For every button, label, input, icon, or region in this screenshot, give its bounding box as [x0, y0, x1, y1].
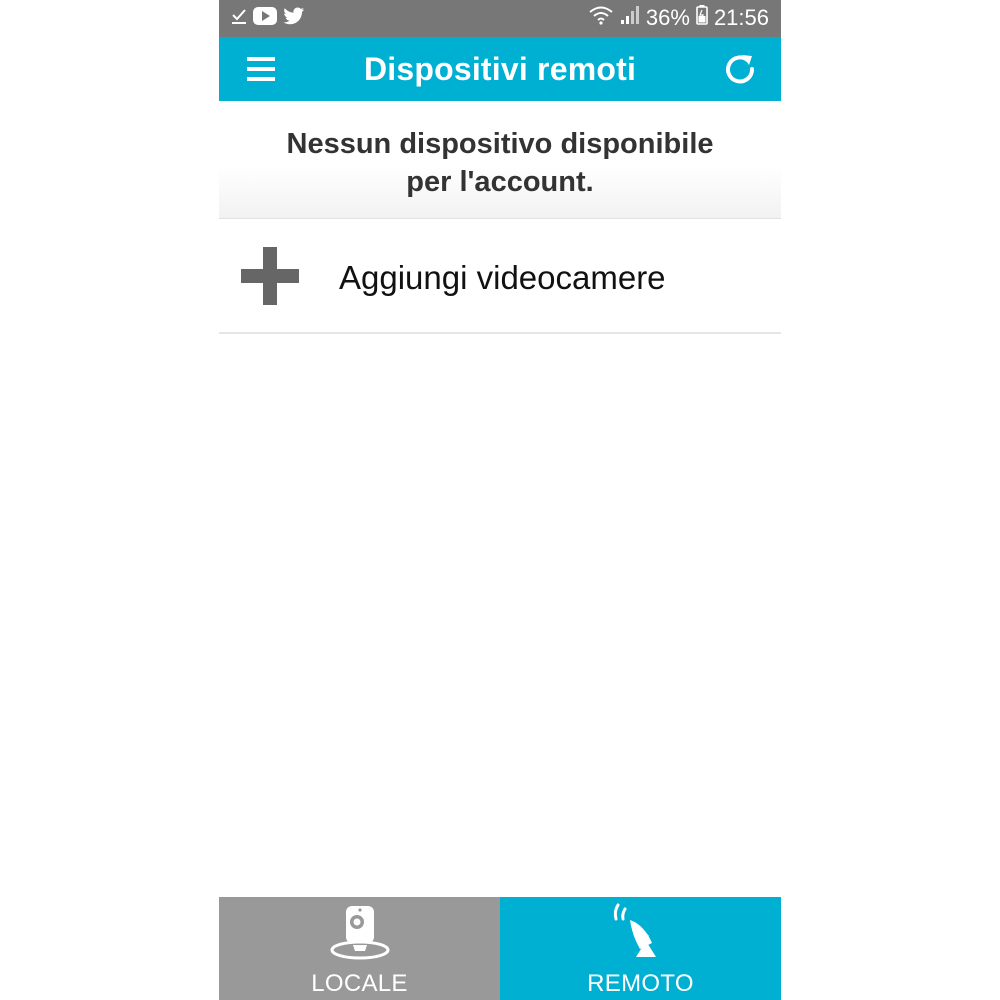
tab-locale[interactable]: LOCALE	[219, 897, 500, 1000]
refresh-icon	[723, 55, 757, 90]
page-title: Dispositivi remoti	[363, 51, 637, 87]
app-bar: Dispositivi remoti	[219, 37, 781, 101]
status-time: 21:56	[713, 5, 769, 30]
add-cameras-button[interactable]: Aggiungi videocamere	[219, 219, 781, 334]
bottom-navigation: LOCALE REMOTO	[219, 897, 781, 1000]
no-devices-notice: Nessun dispositivo disponibile per l'acc…	[219, 101, 781, 219]
twitter-icon	[283, 7, 305, 30]
tab-locale-label: LOCALE	[311, 970, 408, 997]
tab-remoto-label: REMOTO	[587, 970, 694, 997]
battery-percent: 36%	[645, 5, 690, 30]
notice-line-1: Nessun dispositivo disponibile	[286, 128, 714, 160]
add-cameras-label: Aggiungi videocamere	[339, 259, 666, 296]
camera-icon	[329, 901, 391, 963]
notice-line-2: per l'account.	[406, 166, 594, 198]
wifi-icon	[588, 5, 614, 31]
no-devices-message: Nessun dispositivo disponibile per l'acc…	[219, 125, 781, 201]
satellite-dish-icon	[610, 901, 672, 963]
download-done-icon	[231, 7, 247, 30]
plus-icon	[241, 247, 299, 305]
signal-icon	[620, 5, 640, 31]
status-bar: 36% 21:56	[219, 0, 781, 37]
phone-screen: 36% 21:56 Dispositivi remoti Nessun disp…	[219, 0, 781, 1000]
youtube-icon	[253, 7, 277, 30]
refresh-button[interactable]	[723, 52, 757, 86]
tab-remoto[interactable]: REMOTO	[500, 897, 781, 1000]
battery-icon	[696, 5, 708, 31]
